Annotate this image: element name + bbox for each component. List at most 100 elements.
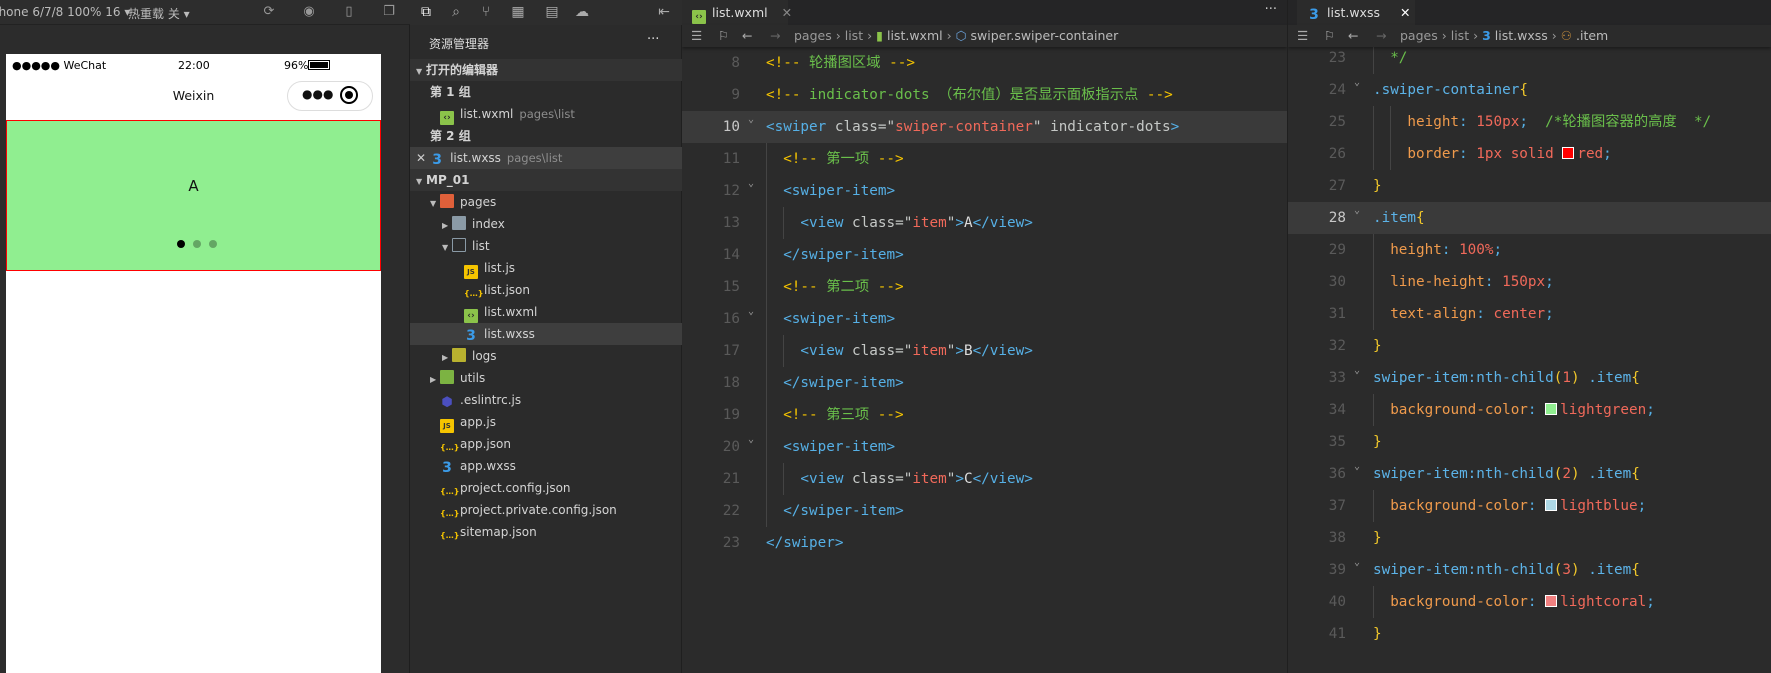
file-tree-item[interactable]: ▶ index [410, 213, 682, 235]
code-line[interactable]: 27} [1288, 170, 1771, 202]
code-line[interactable]: 16 ⌄ <swiper-item> [682, 303, 1287, 335]
file-tree-item[interactable]: {…}app.json [410, 433, 682, 455]
code-line[interactable]: 36 ⌄ swiper-item:nth-child(2) .item{ [1288, 458, 1771, 490]
device-select[interactable]: iPhone 6/7/8 100% 16 ▾ [0, 5, 130, 19]
code-line[interactable]: 13 <view class="item">A</view> [682, 207, 1287, 239]
code-line[interactable]: 9 <!-- indicator-dots （布尔值）是否显示面板指示点 --> [682, 79, 1287, 111]
collapse-panel-icon[interactable]: ⇤ [656, 4, 672, 20]
code-line[interactable]: 19 <!-- 第三项 --> [682, 399, 1287, 431]
fold-chevron-icon[interactable]: ⌄ [1354, 67, 1360, 99]
files-icon[interactable]: ⧉ [418, 4, 434, 20]
storage-icon[interactable]: ▤ [544, 4, 560, 20]
code-line[interactable]: 15 <!-- 第二项 --> [682, 271, 1287, 303]
code-line[interactable]: 20 ⌄ <swiper-item> [682, 431, 1287, 463]
capsule-menu[interactable]: ●●● [287, 81, 373, 111]
code-line[interactable]: 10 ⌄ <swiper class="swiper-container" indi… [682, 111, 1287, 143]
search-icon[interactable]: ⌕ [448, 4, 464, 20]
file-tree-item[interactable]: ▶ logs [410, 345, 682, 367]
file-tree-item[interactable]: ✕ 3 list.wxss pages\list [410, 147, 682, 169]
section-header[interactable]: ▼ MP_01 [410, 169, 682, 191]
code-line[interactable]: 26 border: 1px solid red; [1288, 138, 1771, 170]
code-line[interactable]: 30 line-height: 150px; [1288, 266, 1771, 298]
file-tree-item[interactable]: 3 app.wxss [410, 455, 682, 477]
bookmark-icon[interactable]: ⚐ [1324, 25, 1335, 47]
color-swatch[interactable] [1562, 147, 1575, 159]
explorer-more-button[interactable]: ··· [647, 32, 659, 47]
forward-arrow-icon[interactable]: → [770, 25, 780, 47]
source-control-icon[interactable]: ⑂ [478, 4, 494, 20]
code-line[interactable]: 8 <!-- 轮播图区域 --> [682, 47, 1287, 79]
code-line[interactable]: 28 ⌄ .item{ [1288, 202, 1771, 234]
docker-icon[interactable]: ☁ [574, 4, 590, 20]
file-tree-item[interactable]: JS app.js [410, 411, 682, 433]
code-line[interactable]: 24 ⌄ .swiper-container{ [1288, 74, 1771, 106]
color-swatch[interactable] [1545, 403, 1558, 415]
fold-chevron-icon[interactable]: ⌄ [1354, 355, 1360, 387]
breadcrumb-item[interactable]: list [845, 28, 863, 43]
code-line[interactable]: 41} [1288, 618, 1771, 650]
code-line[interactable]: 17 <view class="item">B</view> [682, 335, 1287, 367]
stop-icon[interactable]: ◉ [302, 5, 316, 19]
file-tree-item[interactable]: ▼ list [410, 235, 682, 257]
back-arrow-icon[interactable]: ← [742, 25, 752, 47]
breadcrumb-item[interactable]: pages [1400, 28, 1438, 43]
phone-icon[interactable]: ▯ [342, 5, 356, 19]
bookmark-icon[interactable]: ⚐ [718, 25, 729, 47]
code-line[interactable]: 39 ⌄ swiper-item:nth-child(3) .item{ [1288, 554, 1771, 586]
tab-close-icon[interactable]: ✕ [1400, 5, 1410, 20]
file-tree-item[interactable]: {…}project.config.json [410, 477, 682, 499]
editor-group[interactable]: 第 2 组 [410, 125, 682, 147]
file-tree-item[interactable]: ‹› list.wxml pages\list [410, 103, 682, 125]
code-line[interactable]: 34 background-color: lightgreen; [1288, 394, 1771, 426]
extensions-icon[interactable]: ▦ [510, 4, 526, 20]
close-target-icon[interactable] [340, 86, 358, 104]
chevron-right-icon[interactable]: ▶ [442, 215, 452, 237]
code-line[interactable]: 12 ⌄ <swiper-item> [682, 175, 1287, 207]
code-line[interactable]: 38} [1288, 522, 1771, 554]
outline-icon[interactable]: ☰ [1297, 25, 1308, 47]
file-tree-item[interactable]: ⬢ .eslintrc.js [410, 389, 682, 411]
window-icon[interactable]: ❐ [382, 5, 396, 19]
chevron-down-icon[interactable]: ▼ [416, 61, 426, 83]
fold-chevron-icon[interactable]: ⌄ [748, 104, 754, 136]
refresh-icon[interactable]: ⟳ [262, 5, 276, 19]
fold-chevron-icon[interactable]: ⌄ [1354, 547, 1360, 579]
swiper-container[interactable]: A [6, 120, 381, 271]
code-line[interactable]: 40 background-color: lightcoral; [1288, 586, 1771, 618]
code-line[interactable]: 23 </swiper> [682, 527, 1287, 559]
code-line[interactable]: 22 </swiper-item> [682, 495, 1287, 527]
outline-icon[interactable]: ☰ [691, 25, 702, 47]
breadcrumb-item[interactable]: swiper.swiper-container [971, 28, 1119, 43]
tab-close-icon[interactable]: ✕ [782, 5, 792, 20]
fold-chevron-icon[interactable]: ⌄ [748, 168, 754, 200]
color-swatch[interactable] [1545, 595, 1558, 607]
code-line[interactable]: 29 height: 100%; [1288, 234, 1771, 266]
breadcrumb-item[interactable]: .item [1576, 28, 1608, 43]
file-tree-item[interactable]: JS list.js [410, 257, 682, 279]
chevron-down-icon[interactable]: ▼ [442, 237, 452, 259]
file-tree-item[interactable]: {…}project.private.config.json [410, 499, 682, 521]
tab-list-wxss[interactable]: 3 list.wxss ✕ [1297, 0, 1415, 25]
back-arrow-icon[interactable]: ← [1348, 25, 1358, 47]
file-tree-item[interactable]: ▶ utils [410, 367, 682, 389]
indicator-dot[interactable] [209, 240, 217, 248]
close-icon[interactable]: ✕ [416, 151, 426, 165]
chevron-right-icon[interactable]: ▶ [430, 369, 440, 391]
code-line[interactable]: 14 </swiper-item> [682, 239, 1287, 271]
breadcrumb-item[interactable]: list.wxss [1495, 28, 1548, 43]
section-header[interactable]: ▼ 打开的编辑器 [410, 59, 682, 81]
tab-list-wxml[interactable]: ‹› list.wxml ✕ [682, 0, 792, 25]
code-line[interactable]: 33 ⌄ swiper-item:nth-child(1) .item{ [1288, 362, 1771, 394]
code-line[interactable]: 37 background-color: lightblue; [1288, 490, 1771, 522]
chevron-down-icon[interactable]: ▼ [416, 171, 426, 193]
fold-chevron-icon[interactable]: ⌄ [1354, 195, 1360, 227]
code-line[interactable]: 35} [1288, 426, 1771, 458]
code-line[interactable]: 21 <view class="item">C</view> [682, 463, 1287, 495]
fold-chevron-icon[interactable]: ⌄ [748, 296, 754, 328]
breadcrumb-item[interactable]: pages [794, 28, 832, 43]
fold-chevron-icon[interactable]: ⌄ [748, 424, 754, 456]
fold-chevron-icon[interactable]: ⌄ [1354, 451, 1360, 483]
file-tree-item[interactable]: {…}sitemap.json [410, 521, 682, 543]
chevron-right-icon[interactable]: ▶ [442, 347, 452, 369]
forward-arrow-icon[interactable]: → [1376, 25, 1386, 47]
